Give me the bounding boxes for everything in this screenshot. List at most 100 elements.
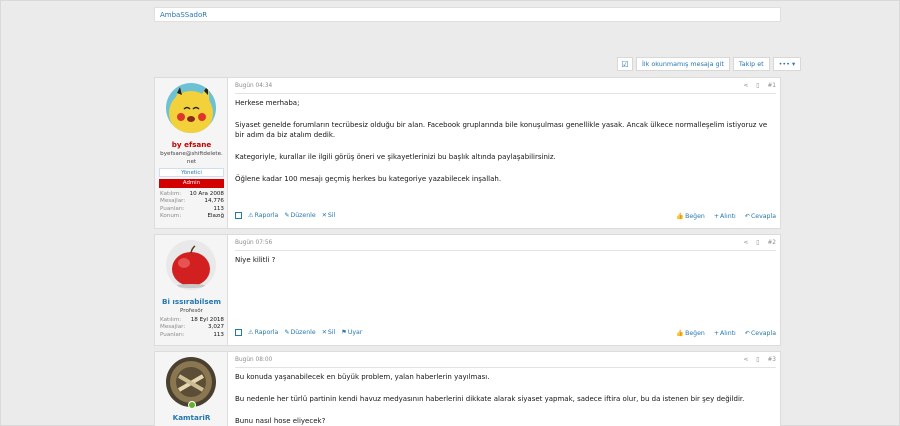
post-tools: ⋖ ▯ #1 (743, 83, 776, 89)
pencil-icon: ✎ (284, 329, 290, 336)
report-button[interactable]: ⚠Raporla (248, 329, 278, 336)
post-paragraph: Öğlene kadar 100 mesajı geçmiş herkes bu… (235, 175, 502, 183)
post-number[interactable]: #3 (767, 357, 776, 363)
post-tools: ⋖ ▯ #2 (743, 240, 776, 246)
stat-key: Katılım: (160, 317, 182, 323)
post-date[interactable]: Bugün 08:00 (235, 357, 272, 363)
warning-icon: ⚠ (248, 212, 254, 219)
share-icon[interactable]: ⋖ (743, 83, 748, 89)
header-divider (235, 250, 776, 251)
post-actions-right: 👍Beğen +Alıntı ↶Cevapla (676, 329, 776, 338)
post-footer: ⚠Raporla ✎Düzenle ✕Sil 👍Beğen +Alıntı ↶C… (235, 212, 776, 222)
select-checkbox[interactable] (235, 212, 242, 219)
edit-button[interactable]: ✎Düzenle (284, 329, 315, 336)
like-button[interactable]: 👍Beğen (676, 212, 704, 220)
report-label: Raporla (254, 329, 279, 336)
thumbs-up-icon: 👍 (676, 330, 685, 337)
stat-value: 3,027 (207, 324, 224, 331)
bookmark-icon[interactable]: ▯ (756, 357, 759, 363)
stat-key: Puanları: (160, 331, 185, 338)
post-actions-right: 👍Beğen +Alıntı ↶Cevapla (676, 212, 776, 221)
checkbox-icon[interactable]: ☑ (617, 57, 633, 71)
delete-icon: ✕ (321, 329, 327, 336)
more-menu-button[interactable]: ••• ▾ (772, 57, 802, 71)
post-number[interactable]: #1 (767, 83, 776, 89)
post-header: Bugün 07:56 ⋖ ▯ #2 (235, 240, 776, 248)
warn-label: Uyar (347, 329, 363, 336)
post-date[interactable]: Bugün 07:56 (235, 240, 272, 246)
thumbs-up-icon: 👍 (676, 213, 685, 220)
quote-label: Alıntı (720, 212, 736, 220)
stat-row: Puanları: 113 (160, 332, 224, 339)
reply-label: Cevapla (750, 212, 776, 220)
first-unread-button[interactable]: İlk okunmamış mesaja git (636, 57, 730, 71)
bookmark-icon[interactable]: ▯ (756, 83, 759, 89)
stat-row: Mesajlar: 14,776 (160, 198, 224, 205)
edit-button[interactable]: ✎Düzenle (284, 212, 315, 219)
user-title: byefsane@shiftdelete.net (160, 151, 223, 165)
avatar[interactable] (166, 83, 216, 133)
badge-admin: Admin (159, 179, 224, 188)
post-paragraph: Bunu nasıl hose eliyecek? (235, 417, 326, 425)
bookmark-icon[interactable]: ▯ (756, 240, 759, 246)
post-body: Niye kilitli ? (235, 255, 774, 277)
post-number[interactable]: #2 (767, 240, 776, 246)
pencil-icon: ✎ (284, 212, 290, 219)
avatar[interactable] (166, 240, 216, 290)
post-content: Bugün 08:00 ⋖ ▯ #3 Bu konuda yaşanabilec… (229, 352, 780, 426)
quote-button[interactable]: +Alıntı (714, 330, 736, 337)
like-label: Beğen (685, 213, 705, 220)
stat-value: 14,776 (204, 198, 224, 205)
share-icon[interactable]: ⋖ (743, 357, 748, 363)
post-actions-left: ⚠Raporla ✎Düzenle ✕Sil (235, 212, 335, 219)
share-icon[interactable]: ⋖ (743, 240, 748, 246)
stat-value: 113 (213, 331, 224, 338)
follow-button[interactable]: Takip et (732, 57, 770, 71)
select-checkbox[interactable] (235, 329, 242, 336)
warn-icon: ⚑ (341, 329, 347, 336)
quote-label: Alıntı (720, 329, 736, 337)
post-header: Bugün 08:00 ⋖ ▯ #3 (235, 357, 776, 365)
reply-button[interactable]: ↶Cevapla (745, 330, 776, 337)
stat-key: Mesajlar: (160, 198, 186, 205)
header-divider (235, 93, 776, 94)
reply-button[interactable]: ↶Cevapla (745, 213, 776, 220)
post-actions-left: ⚠Raporla ✎Düzenle ✕Sil ⚑Uyar (235, 329, 362, 336)
plus-icon: + (713, 212, 720, 220)
post-3: KamtariR Bugün 08:00 ⋖ ▯ #3 Bu konuda ya… (154, 351, 781, 426)
username[interactable]: by efsane (155, 140, 228, 149)
badge-moderator: Yönetici (159, 168, 224, 177)
browser-viewport: AmbaSSadoR ☑ İlk okunmamış mesaja git Ta… (0, 0, 900, 426)
username[interactable]: Bi ıssırabilsem (155, 297, 228, 306)
edit-label: Düzenle (290, 212, 316, 219)
stat-value: Elazığ (207, 213, 224, 220)
warning-icon: ⚠ (248, 329, 254, 336)
avatar[interactable] (166, 357, 216, 407)
delete-icon: ✕ (321, 212, 327, 219)
post-content: Bugün 07:56 ⋖ ▯ #2 Niye kilitli ? ⚠Rapor… (229, 235, 780, 345)
quote-button[interactable]: +Alıntı (714, 213, 736, 220)
breadcrumb-link[interactable]: AmbaSSadoR (160, 11, 207, 19)
user-title: Profesör (180, 308, 203, 314)
stat-key: Konum: (160, 213, 182, 220)
delete-button[interactable]: ✕Sil (322, 329, 336, 336)
post-body: Herkese merhaba; Siyaset genelde forumla… (235, 98, 774, 196)
user-stats: Katılım: 18 Eyl 2018 Mesajlar: 3,027 Puanl… (160, 317, 224, 339)
stat-key: Katılım: (160, 191, 182, 197)
header-divider (235, 367, 776, 368)
stat-row: Katılım: 18 Eyl 2018 (160, 317, 224, 324)
post-body: Bu konuda yaşanabilecek en büyük problem… (235, 372, 774, 426)
delete-button[interactable]: ✕Sil (322, 212, 336, 219)
plus-icon: + (713, 329, 720, 337)
username[interactable]: KamtariR (155, 413, 228, 422)
report-button[interactable]: ⚠Raporla (248, 212, 278, 219)
post-paragraph: Herkese merhaba; (235, 99, 300, 107)
stat-value: 10 Ara 2008 (189, 191, 224, 197)
user-stats: Katılım: 10 Ara 2008 Mesajlar: 14,776 Puan… (160, 191, 224, 221)
online-indicator-icon (188, 401, 196, 409)
post-date[interactable]: Bugün 04:34 (235, 83, 272, 89)
stat-value: 18 Eyl 2018 (190, 317, 224, 323)
warn-button[interactable]: ⚑Uyar (341, 329, 362, 336)
like-button[interactable]: 👍Beğen (676, 329, 704, 337)
reply-icon: ↶ (744, 329, 750, 337)
